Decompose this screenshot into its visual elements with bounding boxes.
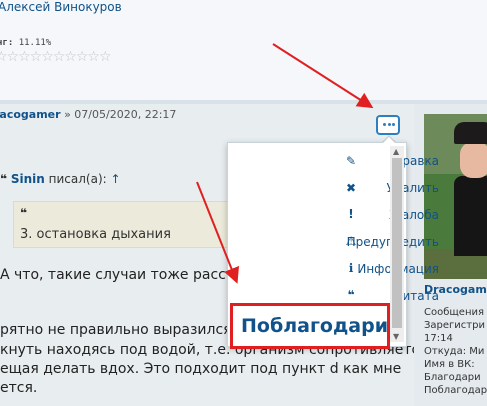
quote-said-label: писал(а): xyxy=(44,172,111,186)
close-icon: ✖ xyxy=(345,181,357,195)
scroll-up-icon[interactable]: ▲ xyxy=(393,147,399,156)
quote-text: 3. остановка дыхания xyxy=(20,227,171,242)
scrollbar-thumb[interactable] xyxy=(392,158,402,328)
dot-icon xyxy=(392,123,395,126)
dot-icon xyxy=(387,123,391,126)
rating-label: нг: xyxy=(0,38,14,48)
quote-author-link[interactable]: Sinin xyxy=(11,172,45,186)
quote-header: ❝ Sinin писал(а): ↑ xyxy=(0,172,121,186)
post-author-link[interactable]: racogamer xyxy=(0,108,61,121)
dropdown-pointer-fill xyxy=(383,137,395,143)
profile-info-line: Имя в ВК: xyxy=(424,359,475,370)
quote-icon: ❝ xyxy=(347,288,355,302)
quote-icon: ❝ xyxy=(0,172,8,186)
dot-icon xyxy=(383,123,386,126)
post-text-line: рятно не правильно выразился. xyxy=(0,322,237,338)
quote-mark-icon: ❝ xyxy=(20,206,28,220)
scroll-down-icon[interactable]: ▼ xyxy=(393,332,399,341)
info-icon: ℹ xyxy=(348,261,354,275)
profile-info-line: Сообщения xyxy=(424,307,485,318)
thanks-label: Поблагодарить xyxy=(241,315,389,337)
pencil-icon: ✎ xyxy=(345,154,357,168)
rating-value: 11.11% xyxy=(18,38,52,48)
post-date: » 07/05/2020, 22:17 xyxy=(60,108,177,121)
profile-info-line: 17:14 xyxy=(424,333,453,344)
warning-icon: ⚠ xyxy=(345,234,357,248)
post-text-line: ещая делать вдох. Это подходит под пункт… xyxy=(0,361,402,377)
exclamation-icon: ! xyxy=(348,207,354,221)
rating-stars[interactable]: ☆☆☆☆☆☆☆☆☆☆ xyxy=(0,49,112,65)
dropdown-scrollbar[interactable]: ▲ ▼ xyxy=(390,146,404,342)
user-avatar[interactable] xyxy=(424,114,487,279)
profile-info-line: Откуда: Ми xyxy=(424,346,485,357)
post-text-line: А что, такие случаи тоже рассмат xyxy=(0,267,254,283)
profile-author-name[interactable]: Алексей Винокуров xyxy=(0,0,122,14)
menu-item-thanks[interactable]: Поблагодарить xyxy=(230,303,390,349)
post-text-line: ется. xyxy=(0,380,38,396)
post-actions-more-button[interactable] xyxy=(376,115,400,135)
profile-info-line: Благодари xyxy=(424,372,481,383)
profile-info-line: Поблагодар xyxy=(424,385,487,396)
rating-line: нг: 11.11% xyxy=(0,38,51,48)
quote-jump-up-icon[interactable]: ↑ xyxy=(111,172,121,186)
profile-info-line: Зарегистри xyxy=(424,320,485,331)
post-header: racogamer » 07/05/2020, 22:17 xyxy=(0,108,176,121)
